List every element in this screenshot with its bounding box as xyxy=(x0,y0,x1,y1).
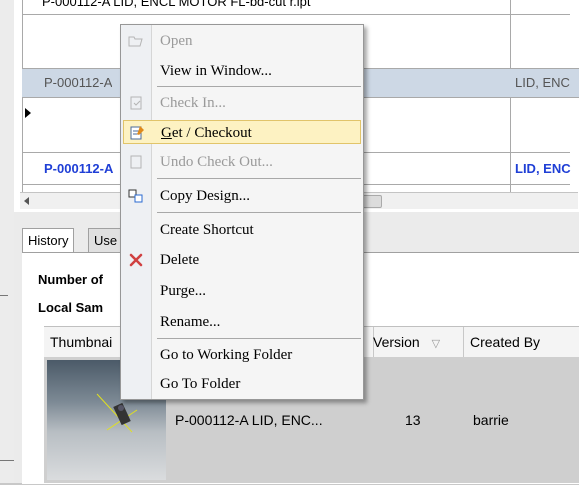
menu-item-label: Copy Design... xyxy=(160,188,250,204)
selected-row-description[interactable]: LID, ENC xyxy=(515,75,570,90)
menu-item-go-to-folder[interactable]: Go To Folder xyxy=(123,372,361,396)
open-folder-icon xyxy=(128,36,143,47)
menu-item-copy-design[interactable]: Copy Design... xyxy=(123,184,361,208)
menu-item-create-shortcut[interactable]: Create Shortcut xyxy=(123,218,361,242)
menu-item-delete[interactable]: Delete xyxy=(123,248,361,272)
menu-item-rename[interactable]: Rename... xyxy=(123,310,361,334)
col-header-created-by[interactable]: Created By xyxy=(464,327,579,357)
blue-row-part-number[interactable]: P-000112-A xyxy=(44,161,113,176)
tab-uses[interactable]: Use xyxy=(88,228,124,253)
menu-item-get-checkout[interactable]: Get / Checkout xyxy=(123,120,361,144)
menu-separator xyxy=(157,338,361,339)
left-panel-strip xyxy=(0,0,15,483)
top-row-text[interactable]: P-000112-A LID, ENCL MOTOR FL-bd-cut r.i… xyxy=(42,0,311,9)
menu-item-label: Undo Check Out... xyxy=(160,154,273,170)
selected-row-part-number[interactable]: P-000112-A xyxy=(44,75,112,90)
number-of-label: Number of xyxy=(38,272,103,287)
check-in-icon xyxy=(130,96,142,110)
menu-item-check-in[interactable]: Check In... xyxy=(123,91,361,115)
menu-item-label: Go To Folder xyxy=(160,376,241,392)
col-header-version[interactable]: Version ▽ xyxy=(367,327,464,357)
menu-item-label: Create Shortcut xyxy=(160,222,254,238)
copy-design-icon xyxy=(128,189,143,203)
row-created-by-cell[interactable]: barrie xyxy=(473,412,509,428)
menu-item-label: View in Window... xyxy=(160,63,272,79)
splitter-tick xyxy=(0,295,8,296)
scroll-left-arrow-icon[interactable] xyxy=(24,197,29,205)
menu-item-label: Go to Working Folder xyxy=(160,347,293,363)
splitter-tick xyxy=(0,460,14,461)
version-header-label: Version xyxy=(373,334,420,350)
menu-item-label: Check In... xyxy=(160,95,226,111)
menu-item-go-to-working-folder[interactable]: Go to Working Folder xyxy=(123,343,361,367)
menu-item-open[interactable]: Open xyxy=(123,29,361,53)
grid-row-line xyxy=(22,14,570,15)
delete-x-icon xyxy=(129,253,143,267)
row-name-cell[interactable]: P-000112-A LID, ENC... xyxy=(175,412,323,428)
menu-separator xyxy=(157,86,361,87)
menu-item-purge[interactable]: Purge... xyxy=(123,279,361,303)
blue-row-description[interactable]: LID, ENC xyxy=(515,161,571,176)
menu-separator xyxy=(157,212,361,213)
menu-item-undo-check-out[interactable]: Undo Check Out... xyxy=(123,150,361,174)
tab-history[interactable]: History xyxy=(22,228,75,253)
local-label: Local Sam xyxy=(38,300,104,315)
menu-item-label: Delete xyxy=(160,252,200,268)
menu-separator xyxy=(157,178,361,179)
undo-checkout-icon xyxy=(130,155,142,169)
menu-item-label: Open xyxy=(160,33,193,49)
row-version-cell[interactable]: 13 xyxy=(405,412,421,428)
menu-item-label: Rename... xyxy=(160,314,221,330)
sort-descending-icon: ▽ xyxy=(431,338,441,350)
menu-item-label: Get / Checkout xyxy=(161,125,252,141)
checkout-icon xyxy=(130,126,144,140)
menu-item-label: Purge... xyxy=(160,283,206,299)
context-menu: Open View in Window... Check In... Get /… xyxy=(120,24,364,400)
current-row-indicator-icon xyxy=(25,108,31,118)
menu-item-view-in-window[interactable]: View in Window... xyxy=(123,59,361,83)
